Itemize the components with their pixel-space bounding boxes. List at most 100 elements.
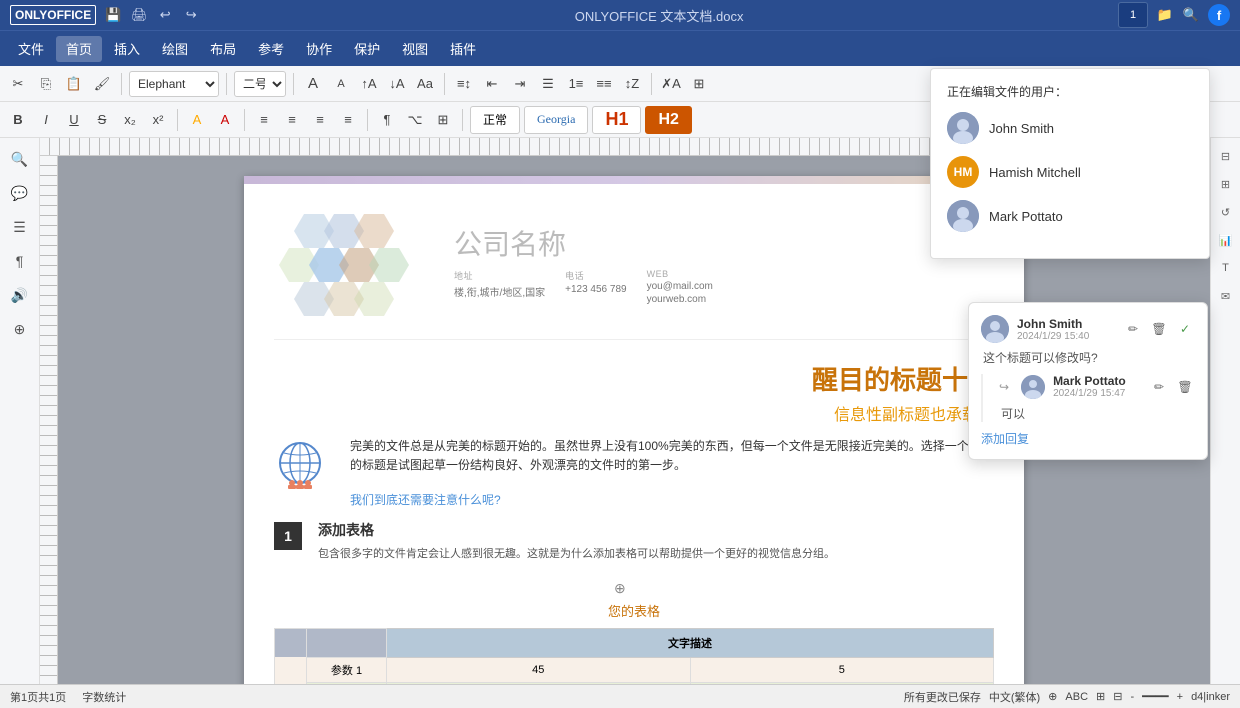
right-text-icon[interactable]: T <box>1214 256 1238 280</box>
status-right: 所有更改已保存 中文(繁体) ⊕ ABC ⊞ ⊟ - ━━━━ + d4|ink… <box>904 689 1230 705</box>
menu-view[interactable]: 视图 <box>392 36 438 62</box>
search-header-icon[interactable]: 🔍 <box>1182 6 1200 24</box>
font-size-select[interactable]: 二号 <box>234 71 286 97</box>
justify-button[interactable]: ≡ <box>336 108 360 132</box>
reply-author-name: Mark Pottato <box>1053 374 1141 388</box>
right-chart-icon[interactable]: 📊 <box>1214 228 1238 252</box>
divider8 <box>367 109 368 131</box>
print-icon[interactable]: 🖨 <box>130 6 148 24</box>
borders-btn[interactable]: ⊞ <box>687 72 711 96</box>
clear-format-btn[interactable]: ✗A <box>659 72 683 96</box>
superscript-button[interactable]: x² <box>146 108 170 132</box>
sort-btn[interactable]: ↕Z <box>620 72 644 96</box>
align-right-button[interactable]: ≡ <box>308 108 332 132</box>
strikethrough-button[interactable]: S <box>90 108 114 132</box>
data-table: 文字描述 述描列 参数 1 45 5 参数2 <box>274 628 994 684</box>
right-fit-page-icon[interactable]: ⊞ <box>1214 172 1238 196</box>
right-mail-icon[interactable]: ✉ <box>1214 284 1238 308</box>
link-text[interactable]: 我们到底还需要注意什么呢? <box>350 491 994 508</box>
sidebar-search-icon[interactable]: 🔍 <box>5 144 35 174</box>
sidebar-comment-icon[interactable]: 💬 <box>5 178 35 208</box>
style-h1[interactable]: H1 <box>592 106 641 134</box>
table-section: ⊕ 您的表格 文字描述 述描列 <box>274 580 994 684</box>
address-col: 地址 楼,衔,城市/地区,国家 <box>454 269 545 305</box>
divider4 <box>444 73 445 95</box>
sidebar-headings-icon[interactable]: ☰ <box>5 212 35 242</box>
menu-file[interactable]: 文件 <box>8 36 54 62</box>
hex-logo-svg <box>274 204 434 324</box>
comment-avatar-img <box>981 315 1009 343</box>
add-reply-button[interactable]: 添加回复 <box>981 430 1195 447</box>
track-changes-icon: ⊞ <box>1096 690 1105 703</box>
file-save-icon[interactable]: 💾 <box>104 6 122 24</box>
highlight-button[interactable]: A <box>185 108 209 132</box>
comment-resolve-btn[interactable]: ✓ <box>1175 319 1195 339</box>
divider9 <box>462 109 463 131</box>
sidebar-style-icon[interactable]: ¶ <box>5 246 35 276</box>
sidebar-compare-icon[interactable]: ⊕ <box>5 314 35 344</box>
collab-count-badge[interactable]: 1 <box>1118 2 1148 28</box>
menu-draw[interactable]: 绘图 <box>152 36 198 62</box>
paste-button[interactable]: 📋 <box>62 72 86 96</box>
zoom-out-icon[interactable]: - <box>1130 691 1134 703</box>
redo-icon[interactable]: ↪ <box>182 6 200 24</box>
font-size-decrease-btn[interactable]: A <box>329 72 353 96</box>
font-size-down-btn[interactable]: ↓A <box>385 72 409 96</box>
font-size-increase-btn[interactable]: A <box>301 72 325 96</box>
sub-title: 信息性副标题也承载很 <box>274 401 994 425</box>
zoom-bar[interactable]: ━━━━ <box>1142 690 1169 703</box>
comment-delete-btn[interactable]: 🗑 <box>1149 319 1169 339</box>
style-georgia[interactable]: Georgia <box>524 106 588 134</box>
format-painter-button[interactable]: 🖌 <box>90 72 114 96</box>
increase-indent-btn[interactable]: ⇥ <box>508 72 532 96</box>
menu-home[interactable]: 首页 <box>56 36 102 62</box>
menu-insert[interactable]: 插入 <box>104 36 150 62</box>
menu-layout[interactable]: 布局 <box>200 36 246 62</box>
decrease-indent-btn[interactable]: ⇤ <box>480 72 504 96</box>
copy-style-button[interactable]: ⌥ <box>403 108 427 132</box>
menu-plugins[interactable]: 插件 <box>440 36 486 62</box>
font-color-button[interactable]: A <box>213 108 237 132</box>
reply-edit-btn[interactable]: ✏ <box>1149 377 1169 397</box>
fit-page-icon[interactable]: ⊟ <box>1113 690 1122 703</box>
change-case-btn[interactable]: Aa <box>413 72 437 96</box>
font-family-select[interactable]: Elephant <box>129 71 219 97</box>
sidebar-audio-icon[interactable]: 🔊 <box>5 280 35 310</box>
user-item-0: John Smith <box>947 112 1193 144</box>
zoom-in-icon[interactable]: + <box>1177 691 1183 703</box>
menu-references[interactable]: 参考 <box>248 36 294 62</box>
italic-button[interactable]: I <box>34 108 58 132</box>
style-normal[interactable]: 正常 <box>470 106 520 134</box>
reply-author-avatar <box>1021 375 1045 399</box>
right-fit-width-icon[interactable]: ⊟ <box>1214 144 1238 168</box>
language-indicator[interactable]: 中文(繁体) <box>989 689 1040 705</box>
style-h2[interactable]: H2 <box>645 106 691 134</box>
insert-table-btn[interactable]: ⊞ <box>431 108 455 132</box>
align-left-button[interactable]: ≡ <box>252 108 276 132</box>
reply-delete-btn[interactable]: 🗑 <box>1175 377 1195 397</box>
undo-icon[interactable]: ↩ <box>156 6 174 24</box>
menu-protection[interactable]: 保护 <box>344 36 390 62</box>
menu-collaboration[interactable]: 协作 <box>296 36 342 62</box>
multilevel-list-btn[interactable]: ≡≡ <box>592 72 616 96</box>
divider7 <box>244 109 245 131</box>
save-to-cloud-icon[interactable]: 📁 <box>1156 6 1174 24</box>
right-rotate-icon[interactable]: ↺ <box>1214 200 1238 224</box>
table-add-icon[interactable]: ⊕ <box>614 580 626 597</box>
subscript-button[interactable]: x₂ <box>118 108 142 132</box>
left-sidebar: 🔍 💬 ☰ ¶ 🔊 ⊕ <box>0 138 40 684</box>
align-center-button[interactable]: ≡ <box>280 108 304 132</box>
bold-button[interactable]: B <box>6 108 30 132</box>
list-bullets-btn[interactable]: ☰ <box>536 72 560 96</box>
line-spacing-btn[interactable]: ≡↕ <box>452 72 476 96</box>
divider5 <box>651 73 652 95</box>
table-title: 您的表格 <box>274 601 994 620</box>
underline-button[interactable]: U <box>62 108 86 132</box>
list-numbers-btn[interactable]: 1≡ <box>564 72 588 96</box>
font-size-up-btn[interactable]: ↑A <box>357 72 381 96</box>
cut-button[interactable]: ✂ <box>6 72 30 96</box>
comment-edit-btn[interactable]: ✏ <box>1123 319 1143 339</box>
show-marks-button[interactable]: ¶ <box>375 108 399 132</box>
copy-button[interactable]: ⎘ <box>34 72 58 96</box>
word-count[interactable]: 字数统计 <box>82 689 126 705</box>
